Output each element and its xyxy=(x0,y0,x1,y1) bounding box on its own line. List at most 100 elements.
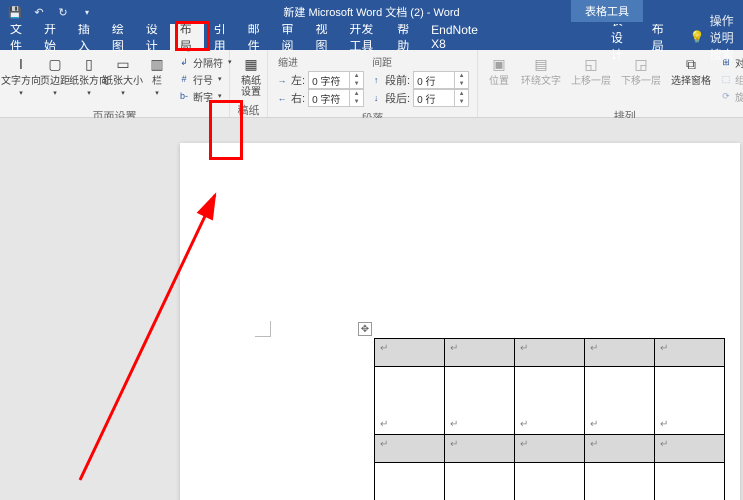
table-move-handle[interactable]: ✥ xyxy=(358,322,372,336)
indent-right-label: 右: xyxy=(291,90,305,106)
table-row: ↵↵↵↵↵ xyxy=(375,435,725,463)
spinner-down-icon[interactable]: ▼ xyxy=(455,80,468,88)
table-cell[interactable]: ↵ xyxy=(655,367,725,435)
table-cell[interactable]: ↵ xyxy=(585,367,655,435)
page-margin-corner xyxy=(255,321,271,337)
space-after-label: 段后: xyxy=(385,90,410,106)
indent-left-input[interactable]: 0 字符▲▼ xyxy=(308,71,364,89)
group-page-setup: Ⅰ文字方向▾ ▢页边距▾ ▯纸张方向▾ ▭纸张大小▾ ▥栏▾ ↲分隔符▾ #行号… xyxy=(0,50,230,117)
lightbulb-icon: 💡 xyxy=(690,30,705,44)
tab-review[interactable]: 审阅 xyxy=(272,24,306,50)
table-cell[interactable]: ↵ xyxy=(655,435,725,463)
line-numbers-icon: # xyxy=(178,73,190,85)
tell-me-search[interactable]: 💡 操作说明搜索 xyxy=(690,24,743,50)
table-cell[interactable]: ↵ xyxy=(445,463,515,500)
qat-customize-icon[interactable]: ▾ xyxy=(80,5,94,19)
table-cell[interactable]: ↵ xyxy=(375,435,445,463)
group-label-manuscript: 稿纸 xyxy=(234,100,263,120)
table-cell[interactable]: ↵ xyxy=(445,339,515,367)
tab-design[interactable]: 设计 xyxy=(136,24,170,50)
spinner-up-icon[interactable]: ▲ xyxy=(455,90,468,98)
page-setup-stack: ↲分隔符▾ #行号▾ b-断字▾ xyxy=(174,52,236,106)
ribbon-tabs: 文件 开始 插入 绘图 设计 布局 引用 邮件 审阅 视图 开发工具 帮助 En… xyxy=(0,24,743,50)
size-button[interactable]: ▭纸张大小▾ xyxy=(106,52,140,99)
table-cell[interactable]: ↵ xyxy=(515,463,585,500)
table-cell[interactable]: ↵ xyxy=(515,339,585,367)
indent-left-label: 左: xyxy=(291,72,305,88)
send-backward-button: ◲下移一层 xyxy=(616,52,666,89)
indent-header: 缩进 xyxy=(276,54,364,69)
tab-view[interactable]: 视图 xyxy=(305,24,339,50)
indent-right-icon: ← xyxy=(276,92,288,104)
title-bar: 💾 ↶ ↻ ▾ 新建 Microsoft Word 文档 (2) - Word … xyxy=(0,0,743,24)
rotate-button: ⟳旋转 xyxy=(720,88,743,104)
tab-home[interactable]: 开始 xyxy=(34,24,68,50)
table-cell[interactable]: ↵ xyxy=(515,367,585,435)
tab-insert[interactable]: 插入 xyxy=(68,24,102,50)
undo-icon[interactable]: ↶ xyxy=(32,5,46,19)
tab-help[interactable]: 帮助 xyxy=(387,24,421,50)
spinner-down-icon[interactable]: ▼ xyxy=(350,80,363,88)
tab-layout[interactable]: 布局 xyxy=(170,24,204,50)
spinner-up-icon[interactable]: ▲ xyxy=(350,72,363,80)
space-after-icon: ↓ xyxy=(370,92,382,104)
bring-forward-icon: ◱ xyxy=(581,54,601,74)
group-button: ⬚组合 xyxy=(720,71,743,87)
table-cell[interactable]: ↵ xyxy=(445,367,515,435)
table-row: ↵↵↵↵↵ xyxy=(375,463,725,500)
bring-forward-button: ◱上移一层 xyxy=(566,52,616,89)
spinner-down-icon[interactable]: ▼ xyxy=(455,98,468,106)
spinner-up-icon[interactable]: ▲ xyxy=(350,90,363,98)
table-cell[interactable]: ↵ xyxy=(655,339,725,367)
position-icon: ▣ xyxy=(489,54,509,74)
space-before-input[interactable]: 0 行▲▼ xyxy=(413,71,469,89)
table-cell[interactable]: ↵ xyxy=(445,435,515,463)
spinner-up-icon[interactable]: ▲ xyxy=(455,72,468,80)
space-before-icon: ↑ xyxy=(370,74,382,86)
space-after-input[interactable]: 0 行▲▼ xyxy=(413,89,469,107)
wrap-text-icon: ▤ xyxy=(531,54,551,74)
indent-right-input[interactable]: 0 字符▲▼ xyxy=(308,89,364,107)
breaks-icon: ↲ xyxy=(178,56,190,68)
spacing-header: 间距 xyxy=(370,54,469,69)
redo-icon[interactable]: ↻ xyxy=(56,5,70,19)
save-icon[interactable]: 💾 xyxy=(8,5,22,19)
manuscript-settings-button[interactable]: ▦稿纸 设置 xyxy=(234,52,268,100)
rotate-icon: ⟳ xyxy=(720,90,732,102)
contextual-tab-label: 表格工具 xyxy=(571,0,643,22)
table-cell[interactable]: ↵ xyxy=(585,339,655,367)
line-numbers-button[interactable]: #行号▾ xyxy=(178,71,232,87)
tab-endnote[interactable]: EndNote X8 xyxy=(421,24,488,50)
word-table[interactable]: ↵↵↵↵↵ ↵↵↵↵↵ ↵↵↵↵↵ ↵↵↵↵↵ xyxy=(374,338,725,500)
group-paragraph: 缩进 →左:0 字符▲▼ ←右:0 字符▲▼ 间距 ↑段前:0 行▲▼ ↓段后:… xyxy=(268,50,478,117)
breaks-button[interactable]: ↲分隔符▾ xyxy=(178,54,232,70)
send-backward-icon: ◲ xyxy=(631,54,651,74)
tab-file[interactable]: 文件 xyxy=(0,24,34,50)
orientation-button[interactable]: ▯纸张方向▾ xyxy=(72,52,106,99)
tab-mailings[interactable]: 邮件 xyxy=(238,24,272,50)
selection-pane-button[interactable]: ⧉选择窗格 xyxy=(666,52,716,89)
table-cell[interactable]: ↵ xyxy=(515,435,585,463)
tab-table-design[interactable]: 表设计 xyxy=(601,24,642,50)
table-cell[interactable]: ↵ xyxy=(375,339,445,367)
table-cell[interactable]: ↵ xyxy=(585,463,655,500)
tab-references[interactable]: 引用 xyxy=(204,24,238,50)
selection-pane-icon: ⧉ xyxy=(681,54,701,74)
text-direction-button[interactable]: Ⅰ文字方向▾ xyxy=(4,52,38,99)
table-cell[interactable]: ↵ xyxy=(585,435,655,463)
tab-draw[interactable]: 绘图 xyxy=(102,24,136,50)
spinner-down-icon[interactable]: ▼ xyxy=(350,98,363,106)
tell-me-label: 操作说明搜索 xyxy=(710,12,743,63)
hyphenation-icon: b- xyxy=(178,90,190,102)
margins-button[interactable]: ▢页边距▾ xyxy=(38,52,72,99)
tab-developer[interactable]: 开发工具 xyxy=(339,24,387,50)
table-cell[interactable]: ↵ xyxy=(655,463,725,500)
columns-button[interactable]: ▥栏▾ xyxy=(140,52,174,99)
wrap-text-button: ▤环绕文字 xyxy=(516,52,566,89)
tab-table-layout[interactable]: 布局 xyxy=(642,24,676,50)
group-arrange: ▣位置 ▤环绕文字 ◱上移一层 ◲下移一层 ⧉选择窗格 ⊞对齐▾ ⬚组合 ⟳旋转… xyxy=(478,50,743,117)
document-area[interactable]: ✥ ↵↵↵↵↵ ↵↵↵↵↵ ↵↵↵↵↵ ↵↵↵↵↵ ↵ xyxy=(0,118,743,500)
table-cell[interactable]: ↵ xyxy=(375,463,445,500)
hyphenation-button[interactable]: b-断字▾ xyxy=(178,88,232,104)
table-cell[interactable]: ↵ xyxy=(375,367,445,435)
